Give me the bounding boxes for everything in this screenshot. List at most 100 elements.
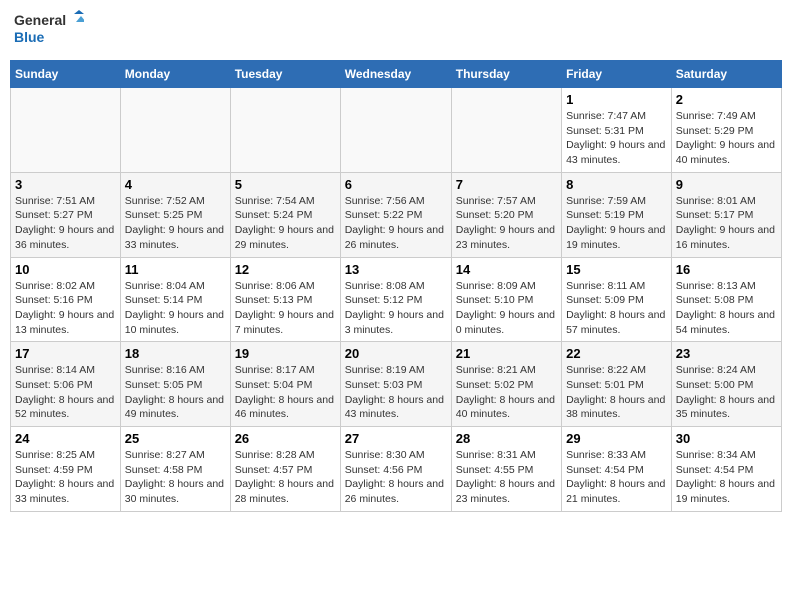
calendar-cell: 30 Sunrise: 8:34 AM Sunset: 4:54 PM Dayli… <box>671 427 781 512</box>
calendar-table: SundayMondayTuesdayWednesdayThursdayFrid… <box>10 60 782 512</box>
day-info: Sunrise: 8:02 AM Sunset: 5:16 PM Dayligh… <box>15 279 116 338</box>
day-number: 27 <box>345 431 447 446</box>
calendar-week-row: 1 Sunrise: 7:47 AM Sunset: 5:31 PM Daylig… <box>11 88 782 173</box>
day-number: 7 <box>456 177 557 192</box>
column-header-friday: Friday <box>562 61 672 88</box>
day-info: Sunrise: 8:19 AM Sunset: 5:03 PM Dayligh… <box>345 363 447 422</box>
day-info: Sunrise: 7:51 AM Sunset: 5:27 PM Dayligh… <box>15 194 116 253</box>
day-info: Sunrise: 7:47 AM Sunset: 5:31 PM Dayligh… <box>566 109 667 168</box>
day-number: 26 <box>235 431 336 446</box>
day-number: 14 <box>456 262 557 277</box>
svg-text:Blue: Blue <box>14 29 45 45</box>
day-number: 18 <box>125 346 226 361</box>
calendar-cell: 23 Sunrise: 8:24 AM Sunset: 5:00 PM Dayli… <box>671 342 781 427</box>
day-number: 17 <box>15 346 116 361</box>
column-header-sunday: Sunday <box>11 61 121 88</box>
calendar-cell: 21 Sunrise: 8:21 AM Sunset: 5:02 PM Dayli… <box>451 342 561 427</box>
day-info: Sunrise: 8:11 AM Sunset: 5:09 PM Dayligh… <box>566 279 667 338</box>
calendar-cell: 26 Sunrise: 8:28 AM Sunset: 4:57 PM Dayli… <box>230 427 340 512</box>
calendar-cell: 4 Sunrise: 7:52 AM Sunset: 5:25 PM Daylig… <box>120 172 230 257</box>
day-number: 24 <box>15 431 116 446</box>
calendar-cell: 15 Sunrise: 8:11 AM Sunset: 5:09 PM Dayli… <box>562 257 672 342</box>
day-info: Sunrise: 8:22 AM Sunset: 5:01 PM Dayligh… <box>566 363 667 422</box>
calendar-cell: 5 Sunrise: 7:54 AM Sunset: 5:24 PM Daylig… <box>230 172 340 257</box>
day-info: Sunrise: 8:21 AM Sunset: 5:02 PM Dayligh… <box>456 363 557 422</box>
calendar-cell: 28Sunrise: 8:31 AM Sunset: 4:55 PM Dayli… <box>451 427 561 512</box>
day-info: Sunrise: 8:01 AM Sunset: 5:17 PM Dayligh… <box>676 194 777 253</box>
column-header-saturday: Saturday <box>671 61 781 88</box>
day-number: 4 <box>125 177 226 192</box>
calendar-cell <box>230 88 340 173</box>
column-header-thursday: Thursday <box>451 61 561 88</box>
day-number: 9 <box>676 177 777 192</box>
calendar-cell: 22 Sunrise: 8:22 AM Sunset: 5:01 PM Dayli… <box>562 342 672 427</box>
day-number: 22 <box>566 346 667 361</box>
calendar-cell: 1 Sunrise: 7:47 AM Sunset: 5:31 PM Daylig… <box>562 88 672 173</box>
calendar-cell: 18Sunrise: 8:16 AM Sunset: 5:05 PM Dayli… <box>120 342 230 427</box>
day-number: 1 <box>566 92 667 107</box>
day-info: Sunrise: 8:17 AM Sunset: 5:04 PM Dayligh… <box>235 363 336 422</box>
day-info: Sunrise: 7:52 AM Sunset: 5:25 PM Dayligh… <box>125 194 226 253</box>
day-info: Sunrise: 8:34 AM Sunset: 4:54 PM Dayligh… <box>676 448 777 507</box>
calendar-cell: 2 Sunrise: 7:49 AM Sunset: 5:29 PM Daylig… <box>671 88 781 173</box>
day-info: Sunrise: 7:56 AM Sunset: 5:22 PM Dayligh… <box>345 194 447 253</box>
day-number: 28 <box>456 431 557 446</box>
day-info: Sunrise: 8:13 AM Sunset: 5:08 PM Dayligh… <box>676 279 777 338</box>
day-info: Sunrise: 8:28 AM Sunset: 4:57 PM Dayligh… <box>235 448 336 507</box>
day-number: 23 <box>676 346 777 361</box>
logo-svg: General Blue <box>14 10 84 52</box>
day-number: 5 <box>235 177 336 192</box>
calendar-cell: 11 Sunrise: 8:04 AM Sunset: 5:14 PM Dayli… <box>120 257 230 342</box>
day-number: 2 <box>676 92 777 107</box>
calendar-cell: 9 Sunrise: 8:01 AM Sunset: 5:17 PM Daylig… <box>671 172 781 257</box>
day-number: 16 <box>676 262 777 277</box>
day-info: Sunrise: 7:57 AM Sunset: 5:20 PM Dayligh… <box>456 194 557 253</box>
calendar-cell: 24 Sunrise: 8:25 AM Sunset: 4:59 PM Dayli… <box>11 427 121 512</box>
column-header-monday: Monday <box>120 61 230 88</box>
day-number: 21 <box>456 346 557 361</box>
day-info: Sunrise: 8:25 AM Sunset: 4:59 PM Dayligh… <box>15 448 116 507</box>
calendar-week-row: 17 Sunrise: 8:14 AM Sunset: 5:06 PM Dayli… <box>11 342 782 427</box>
calendar-cell: 14Sunrise: 8:09 AM Sunset: 5:10 PM Dayli… <box>451 257 561 342</box>
calendar-cell: 6Sunrise: 7:56 AM Sunset: 5:22 PM Daylig… <box>340 172 451 257</box>
calendar-cell <box>451 88 561 173</box>
calendar-week-row: 10 Sunrise: 8:02 AM Sunset: 5:16 PM Dayli… <box>11 257 782 342</box>
calendar-cell: 8Sunrise: 7:59 AM Sunset: 5:19 PM Daylig… <box>562 172 672 257</box>
day-number: 11 <box>125 262 226 277</box>
day-info: Sunrise: 8:33 AM Sunset: 4:54 PM Dayligh… <box>566 448 667 507</box>
day-info: Sunrise: 8:14 AM Sunset: 5:06 PM Dayligh… <box>15 363 116 422</box>
calendar-week-row: 3Sunrise: 7:51 AM Sunset: 5:27 PM Daylig… <box>11 172 782 257</box>
day-number: 13 <box>345 262 447 277</box>
day-info: Sunrise: 8:08 AM Sunset: 5:12 PM Dayligh… <box>345 279 447 338</box>
day-number: 29 <box>566 431 667 446</box>
calendar-cell: 19 Sunrise: 8:17 AM Sunset: 5:04 PM Dayli… <box>230 342 340 427</box>
calendar-cell: 7 Sunrise: 7:57 AM Sunset: 5:20 PM Daylig… <box>451 172 561 257</box>
calendar-cell: 29 Sunrise: 8:33 AM Sunset: 4:54 PM Dayli… <box>562 427 672 512</box>
calendar-week-row: 24 Sunrise: 8:25 AM Sunset: 4:59 PM Dayli… <box>11 427 782 512</box>
calendar-header-row: SundayMondayTuesdayWednesdayThursdayFrid… <box>11 61 782 88</box>
day-info: Sunrise: 7:59 AM Sunset: 5:19 PM Dayligh… <box>566 194 667 253</box>
calendar-cell: 10 Sunrise: 8:02 AM Sunset: 5:16 PM Dayli… <box>11 257 121 342</box>
day-number: 19 <box>235 346 336 361</box>
day-info: Sunrise: 8:04 AM Sunset: 5:14 PM Dayligh… <box>125 279 226 338</box>
day-info: Sunrise: 8:24 AM Sunset: 5:00 PM Dayligh… <box>676 363 777 422</box>
calendar-cell: 20 Sunrise: 8:19 AM Sunset: 5:03 PM Dayli… <box>340 342 451 427</box>
calendar-cell: 13 Sunrise: 8:08 AM Sunset: 5:12 PM Dayli… <box>340 257 451 342</box>
day-number: 20 <box>345 346 447 361</box>
calendar-cell: 17 Sunrise: 8:14 AM Sunset: 5:06 PM Dayli… <box>11 342 121 427</box>
calendar-cell: 12 Sunrise: 8:06 AM Sunset: 5:13 PM Dayli… <box>230 257 340 342</box>
day-info: Sunrise: 7:49 AM Sunset: 5:29 PM Dayligh… <box>676 109 777 168</box>
column-header-tuesday: Tuesday <box>230 61 340 88</box>
day-number: 12 <box>235 262 336 277</box>
calendar-cell <box>11 88 121 173</box>
day-number: 10 <box>15 262 116 277</box>
day-number: 30 <box>676 431 777 446</box>
calendar-cell <box>120 88 230 173</box>
day-info: Sunrise: 8:06 AM Sunset: 5:13 PM Dayligh… <box>235 279 336 338</box>
calendar-cell: 25Sunrise: 8:27 AM Sunset: 4:58 PM Dayli… <box>120 427 230 512</box>
day-number: 25 <box>125 431 226 446</box>
column-header-wednesday: Wednesday <box>340 61 451 88</box>
day-number: 15 <box>566 262 667 277</box>
svg-text:General: General <box>14 12 66 28</box>
day-info: Sunrise: 7:54 AM Sunset: 5:24 PM Dayligh… <box>235 194 336 253</box>
